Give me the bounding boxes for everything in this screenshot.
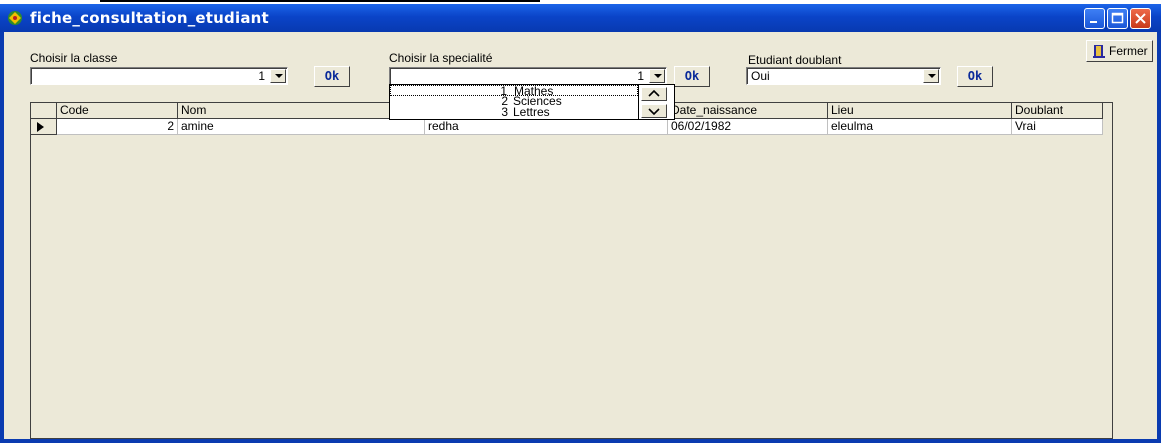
- option-number: 3: [501, 105, 508, 119]
- table-cell[interactable]: eleulma: [828, 119, 1012, 135]
- classe-select-value: 1: [258, 69, 265, 83]
- chevron-down-icon[interactable]: [649, 69, 665, 83]
- specialite-select-value: 1: [637, 69, 644, 83]
- chevron-down-icon[interactable]: [270, 69, 286, 83]
- grid-empty-area: [1103, 103, 1112, 438]
- minimize-icon: [1090, 21, 1097, 23]
- chevron-down-icon[interactable]: [923, 69, 939, 83]
- doublant-select-value: Oui: [751, 69, 770, 83]
- app-icon: [8, 11, 22, 25]
- minimize-button[interactable]: [1084, 8, 1105, 29]
- fermer-button[interactable]: Fermer: [1086, 40, 1153, 62]
- close-button[interactable]: [1130, 8, 1151, 29]
- top-line-decoration: [100, 0, 540, 2]
- specialite-ok-button[interactable]: Ok: [674, 66, 710, 87]
- doublant-label: Etudiant doublant: [748, 53, 842, 67]
- specialite-select[interactable]: 1: [389, 67, 667, 85]
- maximize-icon: [1111, 12, 1124, 24]
- table-cell[interactable]: Vrai: [1012, 119, 1103, 135]
- option-label: Lettres: [513, 105, 550, 119]
- chevron-up-icon: [648, 89, 660, 97]
- window-title: fiche_consultation_etudiant: [30, 9, 269, 27]
- table-cell[interactable]: 2: [57, 119, 178, 135]
- scroll-down-button[interactable]: [641, 104, 667, 118]
- specialite-dropdown-list[interactable]: 1 Mathes 2 Sciences 3 Lettres: [389, 84, 675, 120]
- scroll-up-button[interactable]: [641, 87, 667, 101]
- fermer-label: Fermer: [1109, 44, 1148, 58]
- students-grid[interactable]: Code Nom Date_naissance Lieu Doublant 2 …: [30, 102, 1113, 439]
- grid-indicator-header: [31, 103, 57, 119]
- row-indicator-arrow-icon: [31, 119, 57, 135]
- classe-ok-button[interactable]: Ok: [314, 66, 350, 87]
- title-bar[interactable]: fiche_consultation_etudiant: [0, 4, 1161, 32]
- table-cell[interactable]: amine: [178, 119, 425, 135]
- close-icon: [1135, 13, 1146, 24]
- exit-door-icon: [1093, 45, 1105, 58]
- column-header-lieu[interactable]: Lieu: [828, 103, 1012, 119]
- client-area: Choisir la classe 1 Ok Choisir la specia…: [4, 32, 1157, 439]
- dropdown-separator: [638, 85, 639, 119]
- table-cell[interactable]: redha: [425, 119, 668, 135]
- classe-select[interactable]: 1: [30, 67, 288, 85]
- app-window: fiche_consultation_etudiant Choisir la c…: [0, 4, 1161, 443]
- column-header-date-naissance[interactable]: Date_naissance: [668, 103, 828, 119]
- column-header-nom[interactable]: Nom: [178, 103, 425, 119]
- specialite-label: Choisir la specialité: [389, 51, 493, 65]
- doublant-select[interactable]: Oui: [746, 67, 941, 85]
- column-header-doublant[interactable]: Doublant: [1012, 103, 1103, 119]
- dropdown-option[interactable]: 3 Lettres: [390, 105, 638, 119]
- grid-empty-area: [31, 135, 1103, 438]
- classe-label: Choisir la classe: [30, 51, 118, 65]
- table-cell[interactable]: 06/02/1982: [668, 119, 828, 135]
- doublant-ok-button[interactable]: Ok: [957, 66, 993, 87]
- column-header-code[interactable]: Code: [57, 103, 178, 119]
- maximize-button[interactable]: [1107, 8, 1128, 29]
- chevron-down-icon: [648, 108, 660, 116]
